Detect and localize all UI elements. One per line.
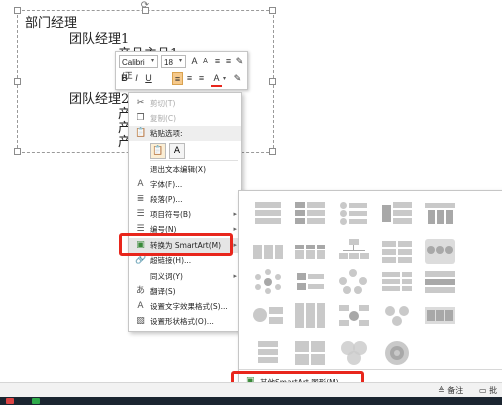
font-color-button[interactable]: A xyxy=(211,72,222,87)
comment-icon: ▭ xyxy=(479,386,487,395)
status-bar: ≜ 备注 ▭ 批 xyxy=(0,382,502,398)
app-icon[interactable] xyxy=(32,398,40,404)
menu-item-synonyms[interactable]: 同义词(Y) ▸ xyxy=(129,269,241,284)
outline-level1: 部门经理 xyxy=(25,16,78,31)
context-menu: ✂ 剪切(T) ❐ 复制(C) 📋 粘贴选项: 📋 A 退出文本编辑(X) A … xyxy=(128,92,242,332)
smartart-layout-thumb[interactable] xyxy=(339,269,369,294)
resize-handle-bottom-left[interactable] xyxy=(14,148,21,155)
smartart-layout-thumb[interactable] xyxy=(253,269,283,294)
smartart-layout-thumb[interactable] xyxy=(253,239,283,264)
font-size-select[interactable]: 18 xyxy=(161,55,186,68)
smartart-layout-thumb[interactable] xyxy=(382,341,412,366)
format-painter-button[interactable]: ✎ xyxy=(234,55,245,68)
smartart-layout-thumb[interactable] xyxy=(295,269,325,294)
paste-icon: 📋 xyxy=(135,128,147,138)
chevron-right-icon: ▸ xyxy=(233,272,237,280)
smartart-layout-thumb[interactable] xyxy=(382,269,412,294)
mini-toolbar: Calibri (正 ▾ 18 ▾ A A ≡ ≡ ✎ B I U ≡ ≡ ≡ … xyxy=(115,51,248,90)
menu-item-translate[interactable]: あ 翻译(S) xyxy=(129,284,241,299)
menu-item-font[interactable]: A 字体(F)... xyxy=(129,177,241,192)
link-icon: 🔗 xyxy=(135,255,147,265)
copy-icon: ❐ xyxy=(136,113,145,123)
comments-button[interactable]: ▭ 批 xyxy=(479,384,497,397)
paste-text-only-icon[interactable]: A xyxy=(169,143,185,159)
menu-separator xyxy=(150,160,238,161)
paragraph-icon: ≣ xyxy=(136,194,145,204)
scissors-icon: ✂ xyxy=(136,98,145,108)
chevron-down-icon: ▾ xyxy=(223,75,227,82)
smartart-layout-thumb[interactable] xyxy=(382,303,412,328)
smartart-layout-thumb[interactable] xyxy=(295,341,325,366)
app-icon[interactable] xyxy=(6,398,14,404)
decrease-indent-button[interactable]: ≡ xyxy=(212,55,223,68)
italic-button[interactable]: I xyxy=(131,72,142,85)
smartart-layout-thumb[interactable] xyxy=(425,239,455,264)
shape-format-icon: ▧ xyxy=(136,316,145,326)
smartart-layout-thumb[interactable] xyxy=(425,201,455,226)
smartart-layout-thumb[interactable] xyxy=(382,201,412,226)
smartart-layout-thumb[interactable] xyxy=(339,341,369,366)
menu-item-bullets[interactable]: ☰ 项目符号(B) ▸ xyxy=(129,207,241,222)
bold-button[interactable]: B xyxy=(119,72,130,85)
align-center-button[interactable]: ≡ xyxy=(184,72,195,85)
resize-handle-top-left[interactable] xyxy=(14,7,21,14)
gallery-separator xyxy=(239,369,502,370)
underline-button[interactable]: U xyxy=(143,72,154,85)
align-left-button[interactable]: ≡ xyxy=(172,72,183,85)
resize-handle-left[interactable] xyxy=(14,78,21,85)
chevron-right-icon: ▸ xyxy=(233,210,237,218)
smartart-layout-thumb[interactable] xyxy=(253,303,283,328)
chevron-right-icon: ▸ xyxy=(233,241,237,249)
resize-handle-right[interactable] xyxy=(269,78,276,85)
notes-icon: ≜ xyxy=(438,386,445,395)
highlight-convert-smartart xyxy=(119,233,233,256)
bullets-icon: ☰ xyxy=(136,209,145,219)
smartart-layout-thumb[interactable] xyxy=(295,239,325,264)
smartart-layout-thumb[interactable] xyxy=(425,269,455,294)
taskbar xyxy=(0,397,502,405)
align-right-button[interactable]: ≡ xyxy=(196,72,207,85)
menu-item-paste-options: 📋 粘贴选项: xyxy=(129,126,241,141)
increase-indent-button[interactable]: ≡ xyxy=(223,55,234,68)
smartart-layout-thumb[interactable] xyxy=(295,303,325,328)
smartart-layout-thumb[interactable] xyxy=(253,341,283,366)
menu-item-shape-format[interactable]: ▧ 设置形状格式(O)... xyxy=(129,314,241,329)
menu-item-text-effects[interactable]: A 设置文字效果格式(S)... xyxy=(129,299,241,314)
smartart-layout-thumb[interactable] xyxy=(339,201,369,226)
chevron-down-icon: ▾ xyxy=(179,57,183,64)
text-effects-icon: A xyxy=(137,301,144,311)
smartart-layout-thumb[interactable] xyxy=(382,239,412,264)
menu-item-copy[interactable]: ❐ 复制(C) xyxy=(129,111,241,126)
menu-item-paragraph[interactable]: ≣ 段落(P)... xyxy=(129,192,241,207)
smartart-gallery: ▣ 其他SmartArt 图形(M)... xyxy=(238,190,502,394)
smartart-layout-thumb[interactable] xyxy=(339,303,369,328)
menu-item-exit-text-edit[interactable]: 退出文本编辑(X) xyxy=(129,162,241,177)
font-icon: A xyxy=(137,179,144,189)
resize-handle-top[interactable] xyxy=(142,7,149,14)
smartart-layout-thumb[interactable] xyxy=(295,201,325,226)
chevron-down-icon: ▾ xyxy=(151,57,155,64)
grow-font-button[interactable]: A xyxy=(189,55,200,68)
paste-keep-format-icon[interactable]: 📋 xyxy=(150,143,166,159)
resize-handle-bottom-right[interactable] xyxy=(269,148,276,155)
smartart-layout-thumb[interactable] xyxy=(253,201,283,226)
notes-button[interactable]: ≜ 备注 xyxy=(438,384,463,397)
smartart-layout-thumb[interactable] xyxy=(339,239,369,264)
outline-line: 团队经理2 xyxy=(69,92,130,107)
shrink-font-button[interactable]: A xyxy=(200,55,211,68)
outline-line: 团队经理1 xyxy=(69,32,130,47)
translate-icon: あ xyxy=(135,286,145,296)
resize-handle-top-right[interactable] xyxy=(269,7,276,14)
clear-format-button[interactable]: ✎ xyxy=(232,72,243,85)
chevron-right-icon: ▸ xyxy=(233,225,237,233)
smartart-layout-thumb[interactable] xyxy=(425,303,455,328)
menu-item-cut[interactable]: ✂ 剪切(T) xyxy=(129,96,241,111)
